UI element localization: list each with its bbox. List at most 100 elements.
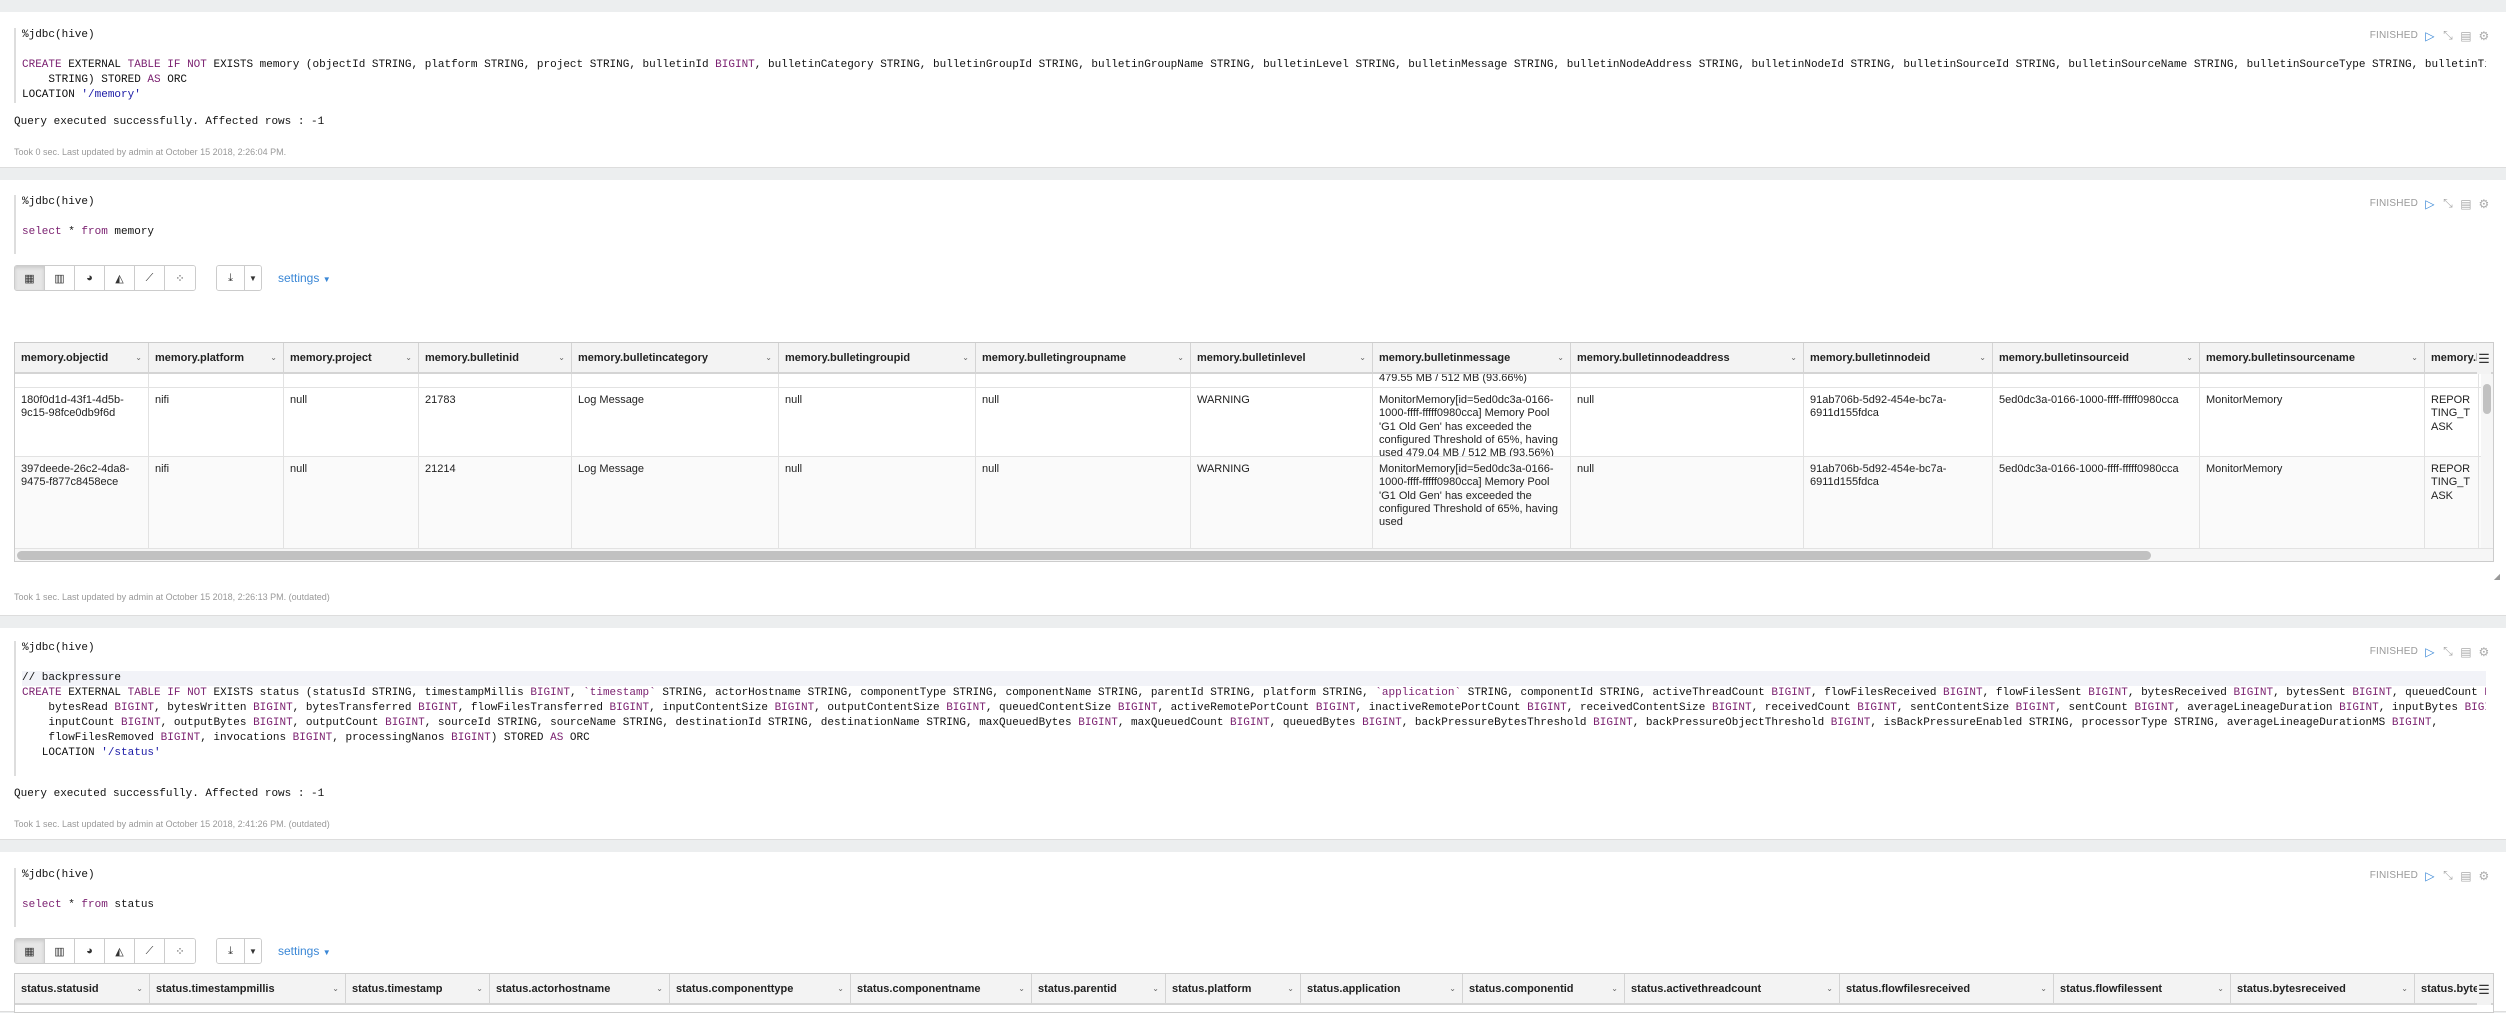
column-header[interactable]: status.timestamp ⌄ xyxy=(346,974,490,1003)
column-header[interactable]: memory.bulletinid ⌄ xyxy=(419,343,572,372)
table-cell: WARNING xyxy=(1191,388,1373,456)
column-header[interactable]: memory.bulletingroupid ⌄ xyxy=(779,343,976,372)
chart-type-buttons: ▦ ▥ ◕ ◭ ⟋ ⁘ xyxy=(14,265,196,291)
chevron-down-icon[interactable]: ⌄ xyxy=(270,353,277,362)
column-header[interactable]: status.componentname ⌄ xyxy=(851,974,1032,1003)
chevron-down-icon[interactable]: ⌄ xyxy=(476,984,483,993)
table-cell: null xyxy=(976,457,1191,549)
caret-down-icon[interactable]: ▼ xyxy=(245,266,261,290)
column-header[interactable]: status.statusid ⌄ xyxy=(15,974,150,1003)
chevron-down-icon[interactable]: ⌄ xyxy=(1826,984,1833,993)
column-menu-icon[interactable]: ☰ xyxy=(2477,974,2491,1005)
chevron-down-icon[interactable]: ⌄ xyxy=(765,353,772,362)
column-header[interactable]: memory.bulletinsourcename ⌄ xyxy=(2200,343,2425,372)
column-header[interactable]: memory.bulletinsourceid ⌄ xyxy=(1993,343,2200,372)
table-cell: 180f0d1d-43f1-4d5b-9c15-98fce0db9f6d xyxy=(15,388,149,456)
code-editor[interactable]: %jdbc(hive) CREATE EXTERNAL TABLE IF NOT… xyxy=(14,28,2486,103)
column-menu-icon[interactable]: ☰ xyxy=(2477,343,2491,374)
bar-chart-icon[interactable]: ▥ xyxy=(45,266,75,290)
settings-dropdown[interactable]: settings ▼ xyxy=(278,944,331,958)
chevron-down-icon[interactable]: ⌄ xyxy=(1152,984,1159,993)
download-icon[interactable]: ⤓ xyxy=(217,939,245,963)
table-cell xyxy=(1571,374,1804,387)
column-label: memory.platform xyxy=(155,351,245,364)
execution-info: Took 1 sec. Last updated by admin at Oct… xyxy=(14,819,330,829)
code-editor[interactable]: %jdbc(hive) // backpressure CREATE EXTERN… xyxy=(14,641,2486,776)
chevron-down-icon[interactable]: ⌄ xyxy=(2217,984,2224,993)
table-cell: REPORTING_TASK xyxy=(2425,388,2479,456)
column-header[interactable]: memory.bulletinmessage ⌄ xyxy=(1373,343,1571,372)
chevron-down-icon[interactable]: ⌄ xyxy=(332,984,339,993)
chevron-down-icon[interactable]: ⌄ xyxy=(656,984,663,993)
area-chart-icon[interactable]: ◭ xyxy=(105,266,135,290)
column-header[interactable]: memory.bulletinlevel ⌄ xyxy=(1191,343,1373,372)
column-header[interactable]: status.bytessent⌄ xyxy=(2415,974,2479,1003)
chevron-down-icon[interactable]: ⌄ xyxy=(1018,984,1025,993)
chevron-down-icon[interactable]: ⌄ xyxy=(2401,984,2408,993)
column-header[interactable]: memory.bulletinnodeaddress ⌄ xyxy=(1571,343,1804,372)
column-header[interactable]: status.application ⌄ xyxy=(1301,974,1463,1003)
chevron-down-icon[interactable]: ⌄ xyxy=(2411,353,2418,362)
code-editor[interactable]: %jdbc(hive) select * from status xyxy=(14,868,2486,927)
column-header[interactable]: memory.objectid ⌄ xyxy=(15,343,149,372)
column-header[interactable]: memory.bulletingroupname ⌄ xyxy=(976,343,1191,372)
resize-handle-icon[interactable]: ◢ xyxy=(2494,572,2500,581)
settings-dropdown[interactable]: settings ▼ xyxy=(278,271,331,285)
column-label: memory.bulletinsourceid xyxy=(1999,351,2129,364)
bar-chart-icon[interactable]: ▥ xyxy=(45,939,75,963)
column-label: memory.bulletinlevel xyxy=(1197,351,1306,364)
pie-chart-icon[interactable]: ◕ xyxy=(75,939,105,963)
code-line: LOCATION '/memory' xyxy=(22,89,141,101)
line-chart-icon[interactable]: ⟋ xyxy=(135,939,165,963)
horizontal-scrollbar[interactable] xyxy=(15,548,2493,561)
chevron-down-icon[interactable]: ⌄ xyxy=(1449,984,1456,993)
table-icon[interactable]: ▦ xyxy=(15,266,45,290)
chevron-down-icon[interactable]: ⌄ xyxy=(1979,353,1986,362)
chevron-down-icon[interactable]: ⌄ xyxy=(1287,984,1294,993)
vertical-scrollbar[interactable] xyxy=(2481,374,2493,548)
column-header[interactable]: memory.bulletinsourcetype⌄ xyxy=(2425,343,2479,372)
column-header[interactable]: status.parentid ⌄ xyxy=(1032,974,1166,1003)
chevron-down-icon[interactable]: ⌄ xyxy=(1790,353,1797,362)
chevron-down-icon[interactable]: ⌄ xyxy=(136,984,143,993)
column-header[interactable]: status.componenttype ⌄ xyxy=(670,974,851,1003)
chevron-down-icon[interactable]: ⌄ xyxy=(1359,353,1366,362)
column-header[interactable]: status.timestampmillis ⌄ xyxy=(150,974,346,1003)
column-header[interactable]: status.componentid ⌄ xyxy=(1463,974,1625,1003)
column-header[interactable]: status.actorhostname ⌄ xyxy=(490,974,670,1003)
chevron-down-icon[interactable]: ⌄ xyxy=(962,353,969,362)
download-icon[interactable]: ⤓ xyxy=(217,266,245,290)
column-header[interactable]: status.activethreadcount ⌄ xyxy=(1625,974,1840,1003)
chevron-down-icon[interactable]: ⌄ xyxy=(1557,353,1564,362)
column-header[interactable]: memory.project ⌄ xyxy=(284,343,419,372)
chevron-down-icon[interactable]: ⌄ xyxy=(1177,353,1184,362)
area-chart-icon[interactable]: ◭ xyxy=(105,939,135,963)
column-header[interactable]: memory.bulletinnodeid ⌄ xyxy=(1804,343,1993,372)
column-label: memory.bulletingroupid xyxy=(785,351,911,364)
table-cell: Log Message xyxy=(572,457,779,549)
scatter-chart-icon[interactable]: ⁘ xyxy=(165,939,195,963)
pie-chart-icon[interactable]: ◕ xyxy=(75,266,105,290)
column-label: status.flowfilessent xyxy=(2060,982,2163,995)
chevron-down-icon[interactable]: ⌄ xyxy=(2040,984,2047,993)
column-header[interactable]: status.platform ⌄ xyxy=(1166,974,1301,1003)
scrollbar-thumb[interactable] xyxy=(2483,384,2491,414)
chevron-down-icon[interactable]: ⌄ xyxy=(2186,353,2193,362)
column-header[interactable]: status.flowfilessent ⌄ xyxy=(2054,974,2231,1003)
column-header[interactable]: memory.platform ⌄ xyxy=(149,343,284,372)
chevron-down-icon[interactable]: ⌄ xyxy=(1611,984,1618,993)
chevron-down-icon[interactable]: ⌄ xyxy=(558,353,565,362)
scatter-chart-icon[interactable]: ⁘ xyxy=(165,266,195,290)
column-header[interactable]: memory.bulletincategory ⌄ xyxy=(572,343,779,372)
column-header[interactable]: status.flowfilesreceived ⌄ xyxy=(1840,974,2054,1003)
chevron-down-icon[interactable]: ⌄ xyxy=(405,353,412,362)
chevron-down-icon[interactable]: ⌄ xyxy=(837,984,844,993)
caret-down-icon[interactable]: ▼ xyxy=(245,939,261,963)
code-editor[interactable]: %jdbc(hive) select * from memory xyxy=(14,195,2486,254)
scrollbar-thumb[interactable] xyxy=(17,551,2151,560)
chevron-down-icon[interactable]: ⌄ xyxy=(135,353,142,362)
line-chart-icon[interactable]: ⟋ xyxy=(135,266,165,290)
column-header[interactable]: status.bytesreceived ⌄ xyxy=(2231,974,2415,1003)
table-icon[interactable]: ▦ xyxy=(15,939,45,963)
